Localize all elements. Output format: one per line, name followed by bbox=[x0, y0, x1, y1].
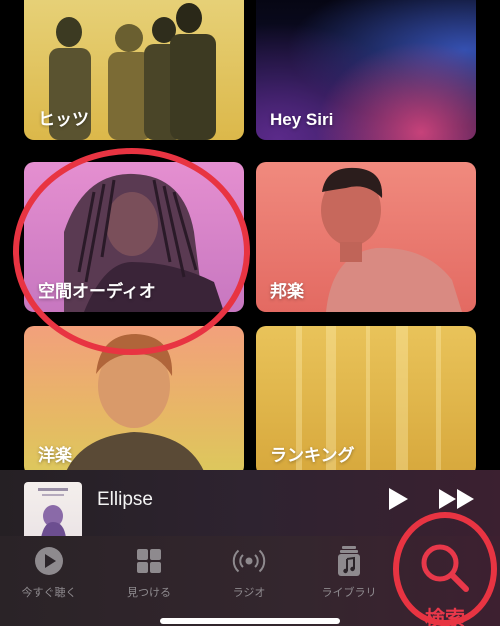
tab-label: 今すぐ聴く bbox=[21, 587, 77, 599]
tab-radio[interactable]: ラジオ bbox=[204, 544, 294, 600]
tile-label: 洋楽 bbox=[38, 446, 72, 465]
tab-listen-now[interactable]: 今すぐ聴く bbox=[4, 544, 94, 600]
decor-stripe bbox=[396, 326, 408, 476]
track-title[interactable]: Ellipse bbox=[97, 489, 153, 511]
tile-label: ランキング bbox=[270, 446, 355, 465]
decor-stripe bbox=[366, 326, 370, 476]
forward-icon[interactable] bbox=[438, 487, 476, 511]
radio-icon bbox=[232, 549, 266, 573]
tab-label: ラジオ bbox=[232, 587, 266, 599]
album-art[interactable] bbox=[24, 482, 82, 540]
library-icon bbox=[338, 546, 360, 576]
play-circle-icon bbox=[35, 547, 63, 575]
tab-label: 見つける bbox=[127, 587, 171, 599]
tile-hey-siri[interactable]: Hey Siri bbox=[256, 0, 476, 140]
play-icon[interactable] bbox=[386, 487, 410, 511]
grid-icon bbox=[137, 549, 161, 573]
tile-japanese-music[interactable]: 邦楽 bbox=[256, 162, 476, 312]
tab-browse[interactable]: 見つける bbox=[104, 544, 194, 600]
annotation-circle bbox=[13, 148, 250, 355]
decor-stripe bbox=[436, 326, 441, 476]
tile-label: 邦楽 bbox=[270, 282, 304, 301]
tile-hits[interactable]: ヒッツ bbox=[24, 0, 244, 140]
home-indicator[interactable] bbox=[160, 618, 340, 624]
tab-library[interactable]: ライブラリ bbox=[304, 544, 394, 600]
tile-label: Hey Siri bbox=[270, 110, 334, 129]
tile-ranking[interactable]: ランキング bbox=[256, 326, 476, 476]
tile-label: ヒッツ bbox=[38, 110, 89, 129]
tab-label: ライブラリ bbox=[321, 587, 377, 599]
annotation-circle bbox=[393, 512, 497, 626]
album-art-image bbox=[38, 488, 68, 538]
